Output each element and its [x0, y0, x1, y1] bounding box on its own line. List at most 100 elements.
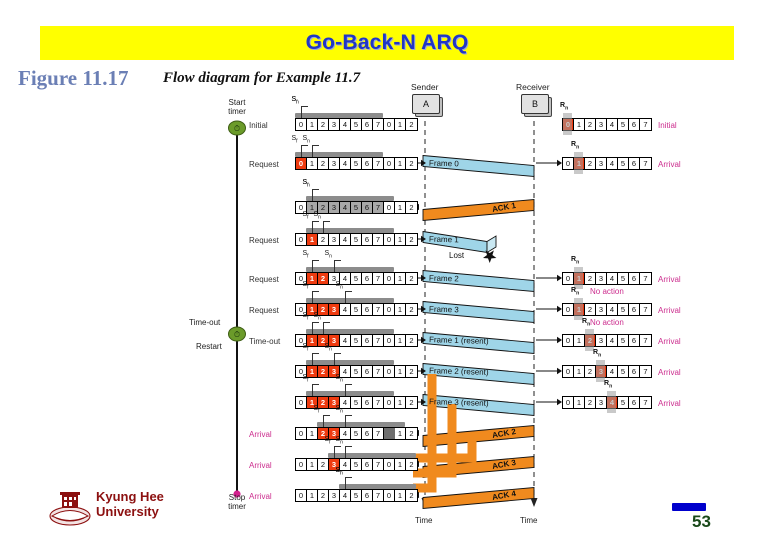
sender-row: 0 1 2 3 4 5 6 7 1 2 Sf Sn [295, 405, 418, 440]
sequence-cell: 1 [307, 490, 318, 501]
sequence-cell: 0 [384, 459, 395, 470]
sequence-cell: 4 [607, 273, 618, 284]
receiver-note: No action [590, 318, 624, 327]
sender-row: 0 1 2 3 4 5 6 7 0 1 2 Sf Sn [295, 436, 418, 471]
sequence-cell: 2 [318, 490, 329, 501]
sequence-cell: 2 [406, 366, 417, 377]
frame-label: Frame 2 (resent) [428, 366, 489, 377]
sequence-cell: 6 [362, 273, 373, 284]
sequence-cell: 1 [395, 304, 406, 315]
sequence-cell: 7 [373, 304, 384, 315]
sequence-cell: 2 [585, 366, 596, 377]
pointer-n: Sn [291, 96, 299, 106]
pointer-rn: Rn [571, 287, 580, 297]
sequence-cell: 1 [395, 490, 406, 501]
sequence-cell: 1 [395, 366, 406, 377]
receiver-row-label: Initial [658, 121, 677, 130]
svg-text:⏱: ⏱ [234, 124, 240, 133]
pointer-f: Sf [302, 250, 309, 260]
sequence-cell: 6 [629, 397, 640, 408]
sequence-cell: 0 [296, 397, 307, 408]
sequence-cell: 1 [574, 335, 585, 346]
sequence-cell: 1 [395, 158, 406, 169]
sequence-cell: 0 [384, 490, 395, 501]
receiver-row: 01234567Rn [562, 287, 652, 320]
sequence-cell: 6 [362, 158, 373, 169]
frame-label: Frame 3 (resent) [428, 397, 489, 408]
pointer-line [311, 221, 313, 233]
pointer-line [300, 145, 302, 157]
sequence-cell: 5 [351, 119, 362, 130]
pointer-f: Sf [291, 135, 298, 145]
pointer-line [311, 291, 313, 303]
sequence-cell: 5 [351, 202, 362, 213]
pointer-n: Sn [302, 135, 310, 145]
sequence-cell [384, 428, 395, 439]
sequence-cell: 5 [618, 158, 629, 169]
sequence-cell: 7 [640, 158, 651, 169]
sequence-cell: 6 [629, 335, 640, 346]
sequence-cell: 0 [296, 490, 307, 501]
sequence-cell: 3 [329, 119, 340, 130]
sequence-cell: 1 [574, 366, 585, 377]
sequence-cell: 4 [607, 366, 618, 377]
pointer-line [311, 189, 313, 201]
pointer-cap [300, 145, 308, 146]
page-title: Go-Back-N ARQ [305, 31, 469, 54]
sequence-cell: 0 [384, 366, 395, 377]
pointer-line [344, 384, 346, 396]
sequence-cell: 3 [596, 397, 607, 408]
sequence-cell: 2 [406, 397, 417, 408]
sender-caption: Sender [411, 82, 439, 92]
sequence-cell: 6 [362, 459, 373, 470]
sequence-cell: 2 [585, 119, 596, 130]
sender-row-label: Initial [249, 121, 268, 130]
sequence-cell: 2 [406, 428, 417, 439]
sequence-cell: 6 [362, 234, 373, 245]
sequence-cell: 0 [563, 366, 574, 377]
frame-label: Frame 2 [428, 273, 459, 284]
pointer-line [311, 260, 313, 272]
sequence-cell: 2 [318, 397, 329, 408]
sequence-cell: 4 [340, 335, 351, 346]
sequence-cell: 0 [384, 335, 395, 346]
sequence-cell: 2 [406, 273, 417, 284]
sequence-cell: 5 [618, 273, 629, 284]
pointer-cap [333, 446, 341, 447]
receiver-row-label: Arrival [658, 306, 681, 315]
frame-label: Frame 0 [428, 158, 459, 169]
sequence-cell: 0 [384, 304, 395, 315]
timer-start-label: Start timer [228, 98, 246, 116]
receiver-row-label: Arrival [658, 160, 681, 169]
pointer-n: Sn [335, 281, 343, 291]
sequence-cell: 3 [596, 335, 607, 346]
sender-row-label: Request [249, 306, 279, 315]
sequence-cell: 4 [607, 304, 618, 315]
sequence-cell: 7 [373, 119, 384, 130]
sequence-cell: 0 [384, 119, 395, 130]
pointer-n: Sn [313, 211, 321, 221]
pointer-cap [311, 353, 319, 354]
sequence-cell: 5 [351, 273, 362, 284]
sequence-cell: 5 [351, 158, 362, 169]
sequence-cell: 6 [362, 119, 373, 130]
sequence-cell: 5 [618, 304, 629, 315]
receiver-caption: Receiver [516, 82, 550, 92]
sequence-cell: 6 [629, 158, 640, 169]
sequence-cell: 1 [395, 428, 406, 439]
sequence-cell: 3 [329, 304, 340, 315]
sequence-cell: 5 [618, 119, 629, 130]
sequence-cell: 6 [362, 490, 373, 501]
rn-marker [585, 329, 594, 351]
sequence-cell: 5 [351, 304, 362, 315]
sequence-cell: 3 [329, 202, 340, 213]
sequence-cell: 2 [406, 202, 417, 213]
flow-diagram: ⏱ ⏱ Frame 0 Frame 1 Lost Frame 2 Frame 3 Frame… [0, 82, 780, 534]
sequence-cell: 5 [351, 397, 362, 408]
pointer-n: Sn [302, 179, 310, 189]
pointer-cap [311, 291, 319, 292]
sequence-cell: 1 [395, 119, 406, 130]
sender-sequence-cells: 01234567012 [295, 118, 418, 131]
sender-sequence-cells: 01234567012 [295, 233, 418, 246]
sequence-cell: 3 [329, 234, 340, 245]
